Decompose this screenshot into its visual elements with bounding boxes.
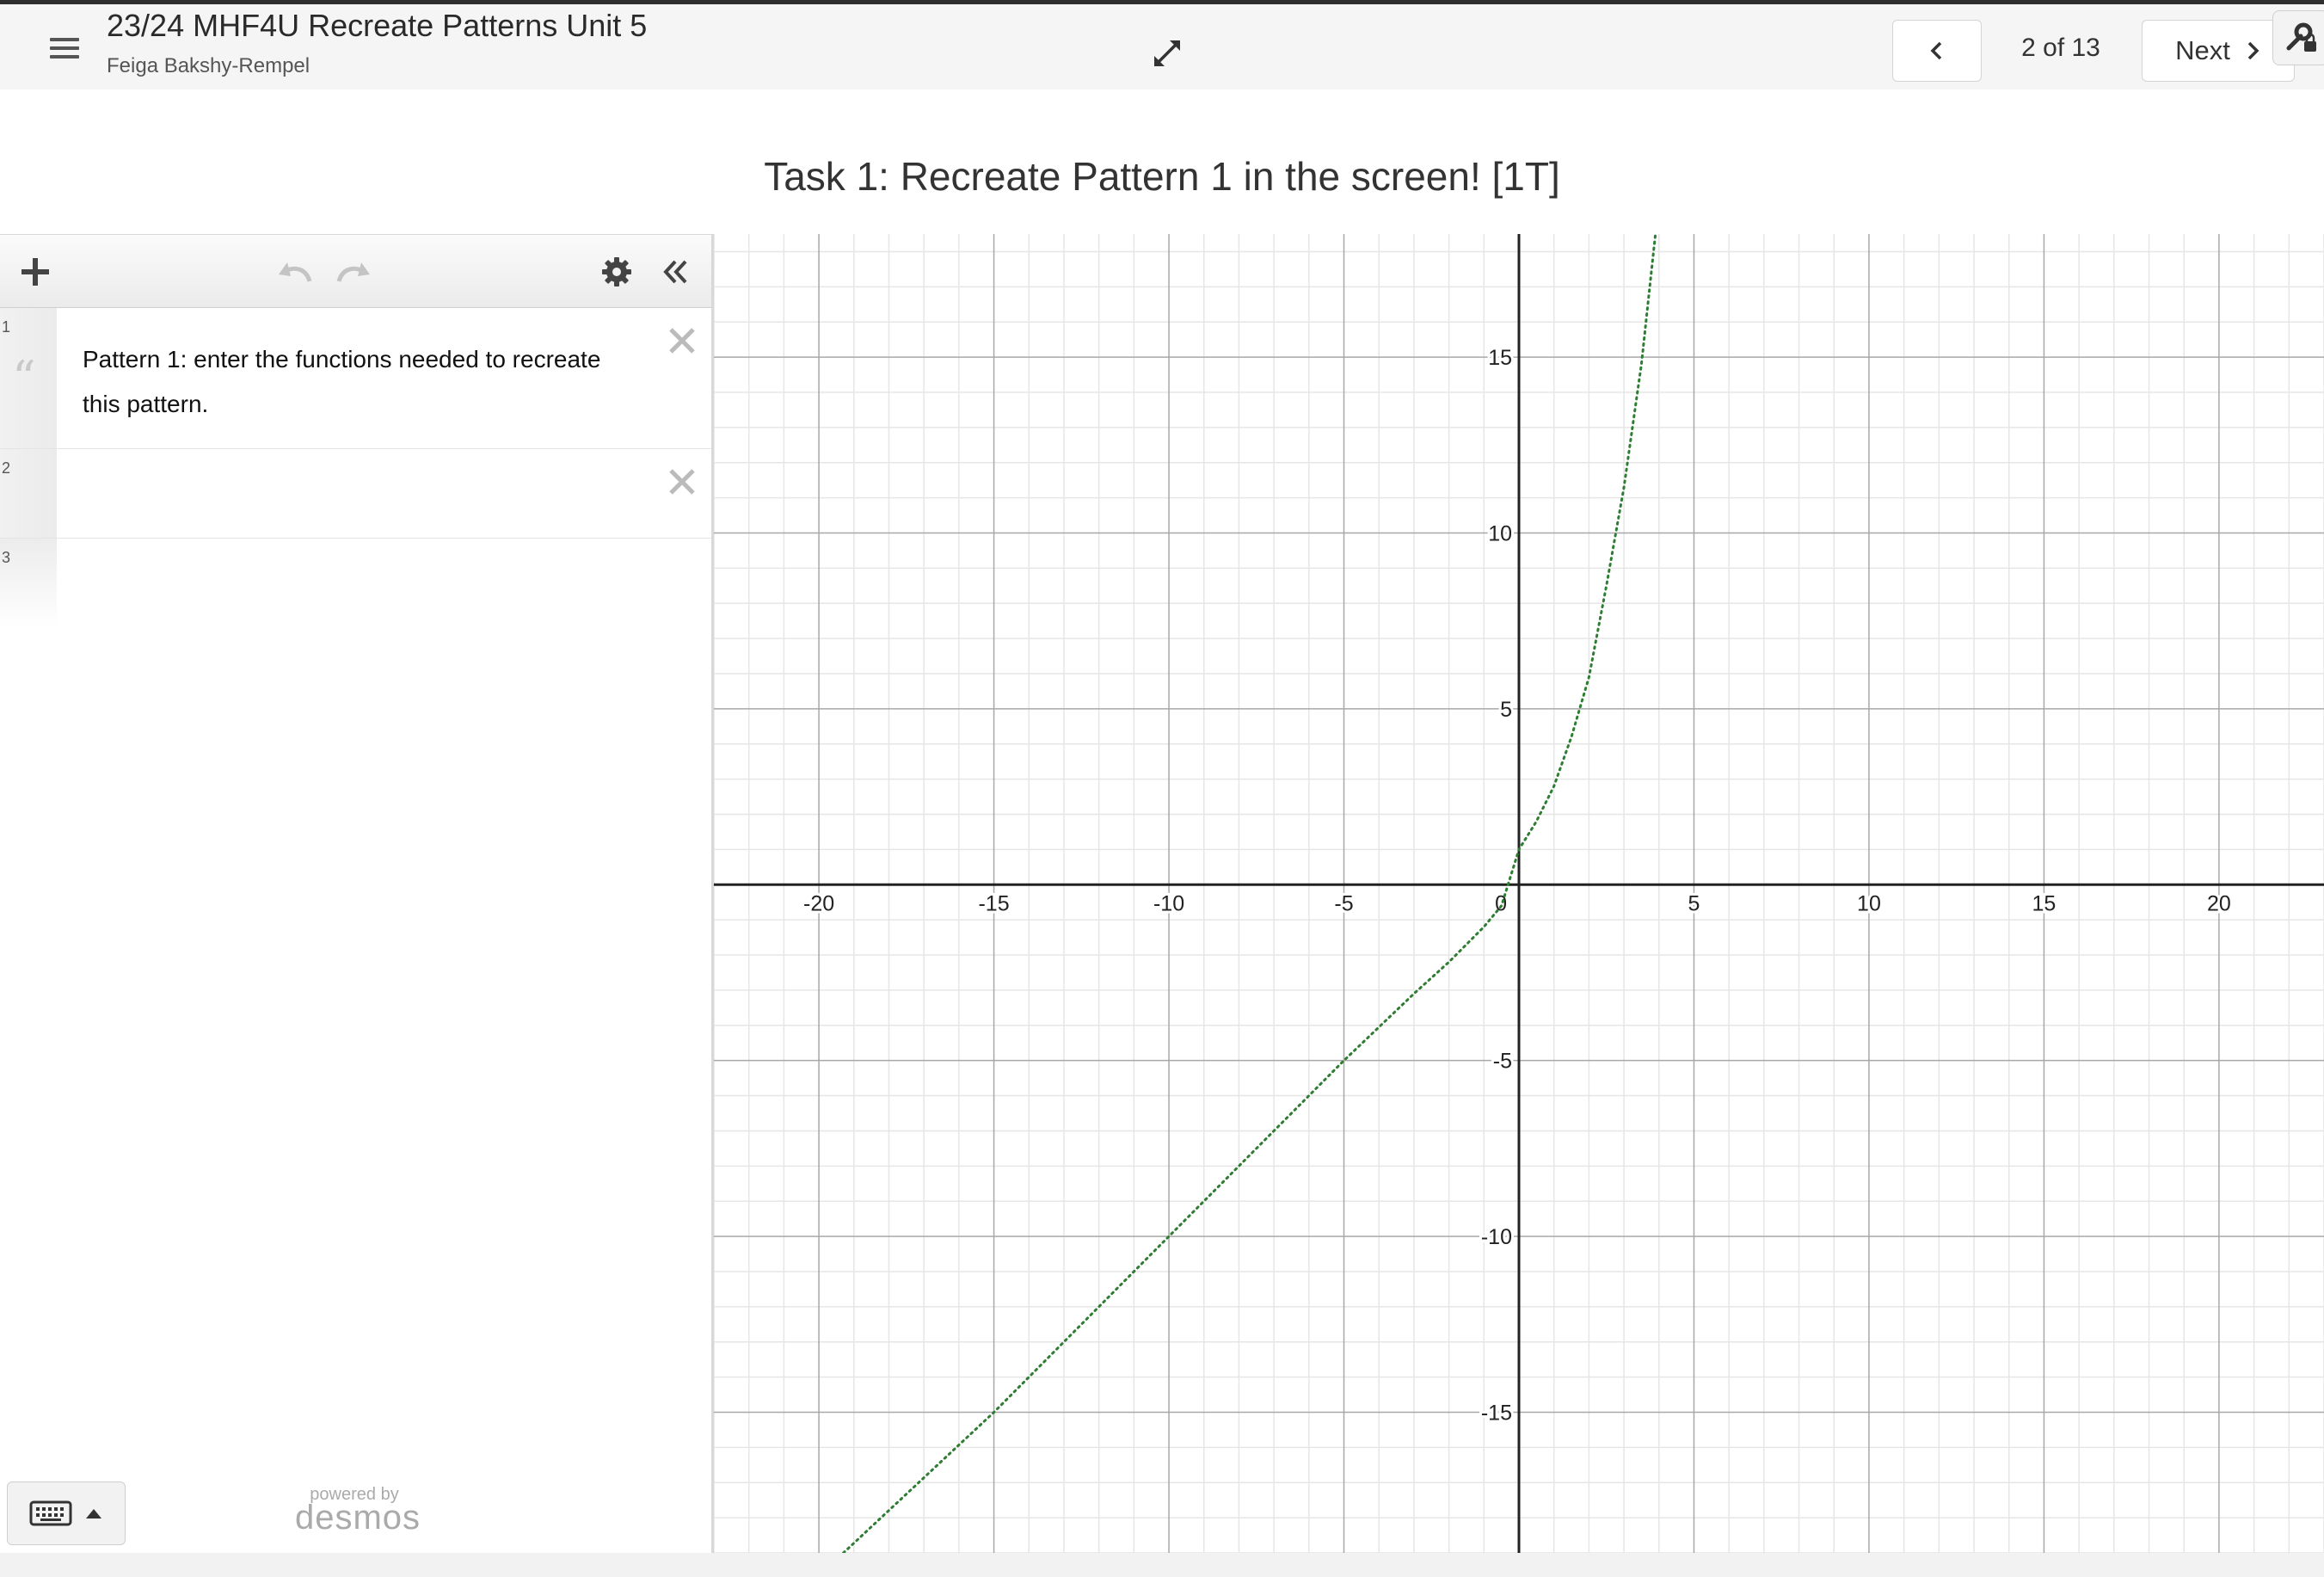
expression-number: 1 xyxy=(2,318,11,336)
x-tick-label: 20 xyxy=(2207,891,2231,915)
y-tick-label: 15 xyxy=(1488,346,1512,370)
close-icon xyxy=(669,469,695,495)
note-text[interactable]: Pattern 1: enter the functions needed to… xyxy=(83,337,633,427)
x-tick-label: -20 xyxy=(803,891,834,915)
x-tick-label: 10 xyxy=(1857,891,1881,915)
gear-icon xyxy=(602,257,631,286)
graph-paper[interactable]: -20 -15 -10 -5 0 5 10 15 20 -15 -10 -5 5 10 15 xyxy=(714,234,2324,1553)
y-tick-label: 5 xyxy=(1500,698,1512,722)
expression-panel: 1 “ Pattern 1: enter the functions neede… xyxy=(0,234,714,1553)
expression-number: 2 xyxy=(2,459,11,477)
series-layer xyxy=(842,234,1657,1553)
expression-row-note[interactable]: 1 “ Pattern 1: enter the functions neede… xyxy=(0,308,711,449)
expression-number: 3 xyxy=(2,549,11,566)
expression-toolbar xyxy=(0,234,711,308)
x-tick-label: -10 xyxy=(1153,891,1184,915)
next-label: Next xyxy=(2175,35,2230,65)
expand-arrows-icon xyxy=(1154,40,1180,66)
graph-settings-button[interactable] xyxy=(2272,10,2324,65)
delete-expression-button[interactable] xyxy=(663,322,701,360)
top-bar: 23/24 MHF4U Recreate Patterns Unit 5 Fei… xyxy=(0,0,2324,89)
add-expression-button[interactable] xyxy=(14,250,57,293)
menu-button[interactable] xyxy=(43,30,86,68)
previous-screen-button[interactable] xyxy=(1892,20,1982,82)
page-indicator: 2 of 13 xyxy=(2021,34,2100,62)
hamburger-menu-icon-bar xyxy=(50,55,79,59)
axes xyxy=(714,234,2324,1553)
hamburger-menu-icon xyxy=(50,38,79,41)
expand-button[interactable] xyxy=(1147,34,1187,73)
y-tick-label: -5 xyxy=(1493,1050,1512,1074)
expression-row-empty[interactable]: 3 xyxy=(0,539,711,628)
close-icon xyxy=(669,328,695,354)
expression-tab: 1 “ xyxy=(0,308,57,448)
settings-button[interactable] xyxy=(595,250,638,293)
keyboard-icon xyxy=(29,1500,72,1526)
double-chevron-left-icon xyxy=(663,260,687,284)
bottom-strip xyxy=(0,1553,2324,1577)
expression-tab: 2 xyxy=(0,449,57,538)
x-tick-label: 5 xyxy=(1688,891,1700,915)
delete-expression-button[interactable] xyxy=(663,463,701,501)
undo-button[interactable] xyxy=(274,250,317,293)
chevron-left-icon xyxy=(1930,41,1942,60)
activity-title: 23/24 MHF4U Recreate Patterns Unit 5 xyxy=(107,8,648,43)
desmos-logo: desmos xyxy=(294,1499,421,1537)
x-tick-label: -5 xyxy=(1334,891,1353,915)
redo-icon xyxy=(336,262,370,282)
expression-row[interactable]: 2 xyxy=(0,449,711,539)
chevron-right-icon xyxy=(2247,41,2259,60)
graph-svg[interactable]: -20 -15 -10 -5 0 5 10 15 20-15-10-551015 xyxy=(714,234,2324,1553)
hamburger-menu-icon-bar xyxy=(50,46,79,50)
redo-button[interactable] xyxy=(332,250,375,293)
x-tick-label: -15 xyxy=(978,891,1009,915)
screen-title: Task 1: Recreate Pattern 1 in the screen… xyxy=(764,154,1560,199)
y-tick-label: -10 xyxy=(1481,1225,1512,1249)
collapse-panel-button[interactable] xyxy=(654,250,697,293)
note-quote-icon: “ xyxy=(12,351,36,405)
expression-tab: 3 xyxy=(0,539,57,628)
keypad-toggle-button[interactable] xyxy=(7,1482,126,1545)
y-tick-label: -15 xyxy=(1481,1401,1512,1425)
caret-up-icon xyxy=(86,1509,101,1518)
wrench-lock-icon xyxy=(2286,22,2316,52)
y-tick-label: 10 xyxy=(1488,521,1512,545)
plus-icon xyxy=(22,258,49,286)
x-tick-label: 15 xyxy=(2032,891,2057,915)
graphing-calculator: 1 “ Pattern 1: enter the functions neede… xyxy=(0,234,2324,1553)
undo-icon xyxy=(279,262,312,282)
activity-author: Feiga Bakshy-Rempel xyxy=(107,54,310,77)
series-line xyxy=(842,234,1657,1553)
